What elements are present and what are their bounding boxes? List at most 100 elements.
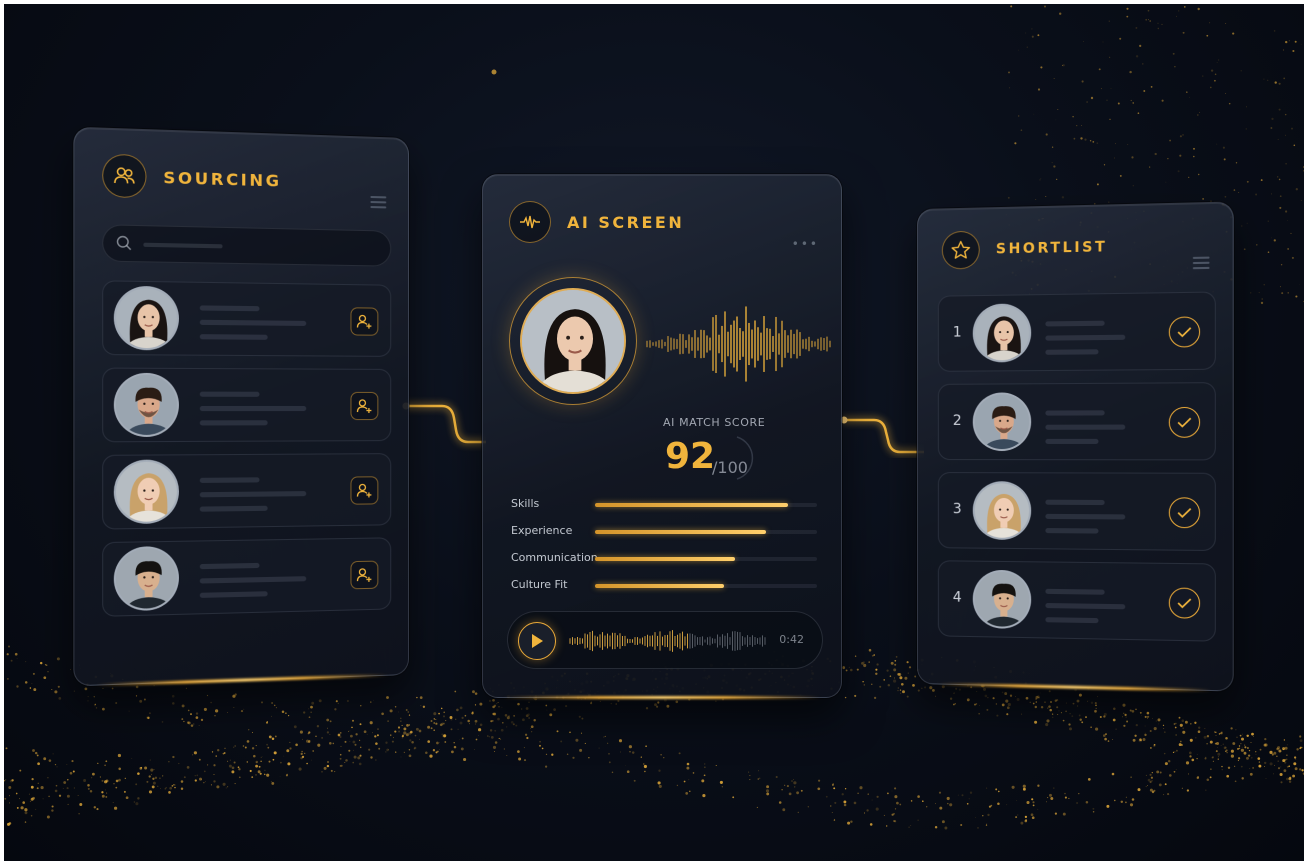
shortlist-row[interactable]: 4: [938, 560, 1216, 641]
candidate-avatar: [114, 546, 179, 611]
name-placeholder: [1045, 321, 1104, 327]
metric-bar-fill: [595, 557, 735, 561]
candidate-avatar: [520, 288, 626, 394]
waveform-icon: [509, 201, 551, 243]
add-candidate-button[interactable]: [350, 476, 378, 504]
name-placeholder: [200, 392, 260, 397]
name-placeholder: [1045, 500, 1104, 505]
audio-time: 0:42: [779, 633, 804, 646]
metric-bar-fill: [595, 584, 724, 588]
metric-label: Experience: [511, 524, 572, 537]
detail-placeholder: [200, 591, 268, 598]
connector-left: [402, 394, 486, 454]
list-menu-icon[interactable]: [370, 196, 386, 208]
rank-number: 3: [953, 501, 962, 517]
metric-bar-fill: [595, 530, 766, 534]
detail-placeholder: [1045, 349, 1098, 355]
detail-placeholder: [1045, 528, 1098, 534]
add-user-icon: [356, 482, 372, 498]
metric-bar: [595, 584, 817, 588]
shortlist-row[interactable]: 1: [938, 291, 1216, 371]
sourcing-panel: SOURCING: [73, 127, 409, 687]
add-user-icon: [356, 313, 372, 329]
audio-waveform[interactable]: [568, 626, 768, 656]
shortlist-row[interactable]: 2: [938, 382, 1216, 460]
detail-placeholder: [1045, 603, 1125, 609]
rank-number: 4: [953, 590, 962, 606]
add-user-icon: [356, 567, 372, 583]
add-candidate-button[interactable]: [350, 392, 378, 420]
hero-stage: SOURCING AI SCREEN ••• AI MATCH SCORE 92…: [4, 4, 1304, 861]
candidate-row[interactable]: [102, 537, 391, 617]
metric-bar: [595, 557, 817, 561]
metric-bar: [595, 503, 817, 507]
ai-screen-header: AI SCREEN: [509, 201, 684, 243]
score-label: AI MATCH SCORE: [663, 416, 765, 429]
metric-bar-fill: [595, 503, 788, 507]
name-placeholder: [200, 477, 260, 483]
detail-placeholder: [1045, 617, 1098, 623]
name-placeholder: [200, 305, 260, 311]
ai-screen-panel: AI SCREEN ••• AI MATCH SCORE 92 /100 Ski…: [482, 174, 842, 698]
candidate-avatar: [114, 459, 179, 524]
detail-placeholder: [200, 576, 306, 583]
detail-placeholder: [1045, 425, 1125, 430]
search-icon: [116, 235, 133, 252]
candidate-row[interactable]: [102, 453, 391, 529]
detail-placeholder: [1045, 439, 1098, 444]
add-user-icon: [356, 398, 372, 414]
detail-placeholder: [200, 320, 306, 326]
name-placeholder: [1045, 589, 1104, 595]
score-ring: [731, 433, 767, 483]
voice-waveform: [645, 299, 835, 389]
shortlist-title: SHORTLIST: [996, 239, 1108, 257]
name-placeholder: [200, 563, 260, 569]
candidate-avatar: [973, 392, 1031, 451]
detail-placeholder: [1045, 514, 1125, 520]
shortlist-panel: SHORTLIST 1 2 3 4: [917, 201, 1234, 691]
detail-placeholder: [200, 334, 268, 340]
candidate-avatar: [973, 570, 1031, 629]
play-button[interactable]: [518, 622, 556, 660]
add-candidate-button[interactable]: [350, 561, 378, 590]
sourcing-title: SOURCING: [163, 167, 281, 190]
candidate-avatar: [973, 303, 1031, 362]
check-icon[interactable]: [1169, 316, 1200, 347]
detail-placeholder: [200, 506, 268, 512]
shortlist-header: SHORTLIST: [942, 228, 1108, 270]
metric-label: Communication: [511, 551, 598, 564]
name-placeholder: [1045, 410, 1104, 415]
candidate-row[interactable]: [102, 368, 391, 443]
more-options-icon[interactable]: •••: [792, 237, 819, 251]
play-icon: [530, 633, 544, 649]
connector-right: [840, 408, 924, 458]
star-icon: [942, 231, 980, 270]
detail-placeholder: [200, 491, 306, 497]
users-icon: [102, 154, 146, 199]
detail-placeholder: [1045, 335, 1125, 341]
sourcing-header: SOURCING: [102, 154, 281, 202]
candidate-avatar: [114, 373, 179, 437]
rank-number: 1: [953, 324, 962, 340]
search-placeholder-line: [143, 243, 222, 249]
score-value: 92: [665, 436, 715, 477]
candidate-row[interactable]: [102, 280, 391, 357]
check-icon[interactable]: [1169, 407, 1200, 438]
rank-number: 2: [953, 413, 962, 429]
search-input[interactable]: [102, 224, 391, 266]
list-menu-icon[interactable]: [1193, 257, 1210, 270]
candidate-avatar: [114, 286, 179, 351]
shortlist-row[interactable]: 3: [938, 472, 1216, 551]
detail-placeholder: [200, 420, 268, 425]
audio-player: 0:42: [507, 611, 823, 669]
metric-label: Skills: [511, 497, 539, 510]
add-candidate-button[interactable]: [350, 307, 378, 335]
metric-label: Culture Fit: [511, 578, 567, 591]
detail-placeholder: [200, 406, 306, 411]
check-icon[interactable]: [1169, 497, 1200, 528]
candidate-photo-ring: [509, 277, 637, 405]
check-icon[interactable]: [1169, 587, 1200, 618]
ai-screen-title: AI SCREEN: [567, 213, 684, 232]
metric-bar: [595, 530, 817, 534]
candidate-avatar: [973, 481, 1031, 540]
